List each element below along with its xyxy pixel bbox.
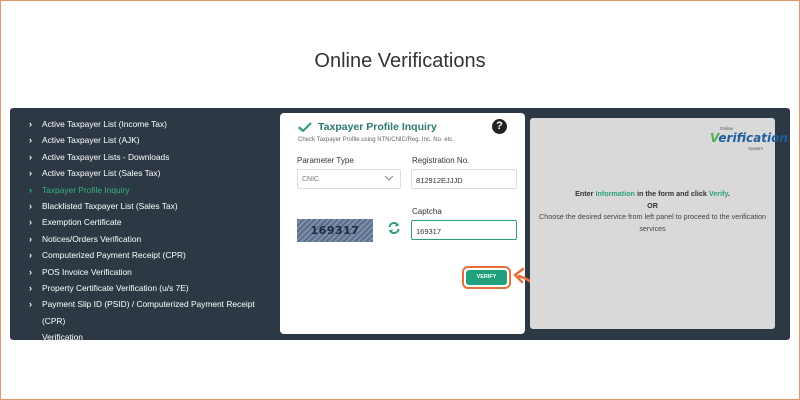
logo-main-text: Verification <box>710 131 788 145</box>
info-panel: Online Verification System Enter Informa… <box>530 118 788 329</box>
chevron-right-icon: › <box>29 135 32 146</box>
verification-system-logo: Online Verification System <box>706 126 788 152</box>
parameter-type-value: CNIC <box>302 176 320 183</box>
sidebar-item-label: Notices/Orders Verification <box>42 233 142 244</box>
chevron-right-icon: › <box>29 266 32 277</box>
chevron-right-icon: › <box>29 299 32 310</box>
chevron-right-icon: › <box>29 119 32 129</box>
chevron-right-icon: › <box>29 168 32 179</box>
sidebar-item-label-line2: Verification <box>42 332 83 343</box>
sidebar-item-label: Taxpayer Profile Inquiry <box>42 184 130 195</box>
profile-inquiry-form: Taxpayer Profile Inquiry ? Check Taxpaye… <box>280 113 525 334</box>
form-header: Taxpayer Profile Inquiry <box>298 121 437 133</box>
captcha-image: 169317 <box>297 219 373 242</box>
chevron-right-icon: › <box>29 217 32 228</box>
chevron-right-icon: › <box>29 200 32 211</box>
logo-rest: erification <box>718 131 788 145</box>
sidebar-item-label: Active Taxpayer List (AJK) <box>42 135 140 146</box>
sidebar-item-label-line1: Payment Slip ID (PSID) / Computerized Pa… <box>42 299 255 326</box>
sidebar-item-label: Payment Slip ID (PSID) / Computerized Pa… <box>42 296 273 345</box>
captcha-label: Captcha <box>412 207 442 216</box>
info-text-end: . <box>727 189 730 198</box>
sidebar-item-label: Computerized Payment Receipt (CPR) <box>42 250 186 261</box>
check-icon <box>298 122 312 132</box>
sidebar-item-psid-cpr[interactable]: › Payment Slip ID (PSID) / Computerized … <box>18 298 273 342</box>
sidebar-item-label: Active Taxpayer List (Sales Tax) <box>42 168 161 179</box>
info-highlight-verify: Verify <box>708 189 728 198</box>
chevron-right-icon: › <box>29 250 32 261</box>
sidebar-item-label: Active Taxpayer Lists - Downloads <box>42 151 170 162</box>
info-text-pre: Enter <box>575 189 596 198</box>
registration-no-input[interactable]: 812912EJJJD <box>411 169 517 189</box>
sidebar-item-label: POS Invoice Verification <box>42 266 132 277</box>
parameter-type-label: Parameter Type <box>297 156 354 165</box>
sidebar-item-label: Active Taxpayer List (Income Tax) <box>42 119 167 129</box>
page-title: Online Verifications <box>314 50 486 72</box>
sidebar-item-label: Blacklisted Taxpayer List (Sales Tax) <box>42 200 178 211</box>
verify-button[interactable]: VERIFY <box>466 270 507 285</box>
verify-button-highlight: VERIFY <box>462 266 511 289</box>
chevron-down-icon <box>384 175 394 181</box>
sidebar-item-label: Property Certificate Verification (u/s 7… <box>42 282 189 293</box>
form-subtitle: Check Taxpayer Profile using NTN/CNIC/Re… <box>298 137 454 143</box>
captcha-input[interactable]: 169317 <box>411 220 517 240</box>
refresh-icon[interactable] <box>387 221 401 235</box>
sidebar-item-label: Exemption Certificate <box>42 217 122 228</box>
info-instructions: Enter Information in the form and click … <box>536 188 769 234</box>
chevron-right-icon: › <box>29 233 32 244</box>
registration-no-label: Registration No. <box>412 156 470 165</box>
info-line-2: Choose the desired service from left pan… <box>539 212 766 233</box>
chevron-right-icon: › <box>29 151 32 162</box>
info-or: OR <box>647 200 658 210</box>
help-icon[interactable]: ? <box>492 119 507 134</box>
parameter-type-select[interactable]: CNIC <box>297 169 401 189</box>
logo-bottom-text: System <box>748 146 764 151</box>
form-title: Taxpayer Profile Inquiry <box>318 121 437 133</box>
chevron-right-icon: › <box>29 184 32 195</box>
info-text-mid: in the form and click <box>634 189 709 198</box>
info-line-1: Enter Information in the form and click … <box>536 188 769 200</box>
sidebar: › Active Taxpayer List (Income Tax) › Ac… <box>18 118 273 342</box>
chevron-right-icon: › <box>29 282 32 293</box>
info-highlight-information: Information <box>595 189 635 198</box>
